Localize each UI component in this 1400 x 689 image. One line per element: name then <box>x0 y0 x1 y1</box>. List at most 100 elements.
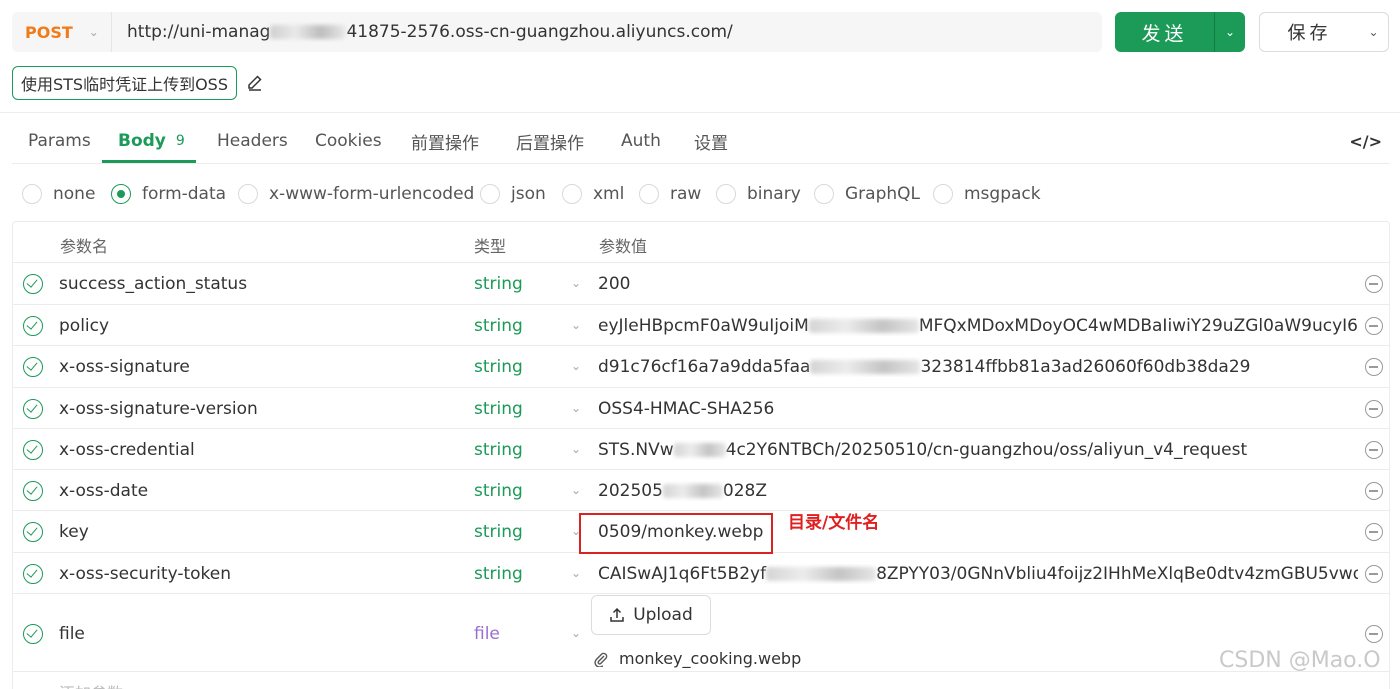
remove-icon[interactable] <box>1365 358 1383 376</box>
chevron-down-icon: ⌄ <box>88 25 99 39</box>
remove-icon[interactable] <box>1365 565 1383 583</box>
tab-post-request[interactable]: 后置操作 <box>516 118 584 164</box>
param-value[interactable]: 202505 028Z <box>598 481 1358 501</box>
radio-xml[interactable]: xml <box>562 178 624 210</box>
chevron-down-icon[interactable]: ⌄ <box>571 626 581 640</box>
chevron-down-icon[interactable]: ⌄ <box>571 483 581 497</box>
radio-graphql[interactable]: GraphQL <box>814 178 920 210</box>
param-name[interactable]: x-oss-signature-version <box>59 399 258 419</box>
enabled-checkbox[interactable] <box>23 357 43 377</box>
param-type[interactable]: string <box>474 522 523 542</box>
chevron-down-icon[interactable]: ⌄ <box>571 318 581 332</box>
value-text: CAISwAJ1q6Ft5B2yf <box>598 564 767 584</box>
enabled-checkbox[interactable] <box>23 624 43 644</box>
url-text-start: http://uni-manag <box>127 22 271 42</box>
remove-icon[interactable] <box>1365 625 1383 643</box>
enabled-checkbox[interactable] <box>23 274 43 294</box>
body-count-badge: 9 <box>175 133 185 149</box>
request-name-input[interactable]: 使用STS临时凭证上传到OSS <box>12 66 237 100</box>
param-name[interactable]: file <box>59 624 85 644</box>
param-value[interactable]: CAISwAJ1q6Ft5B2yf 8ZPYY03/0GNnVbliu4foijz… <box>598 564 1358 584</box>
tab-settings[interactable]: 设置 <box>694 118 728 164</box>
radio-raw[interactable]: raw <box>639 178 701 210</box>
send-dropdown-button[interactable]: ⌄ <box>1214 12 1245 52</box>
radio-dot <box>111 184 131 204</box>
param-name[interactable]: x-oss-security-token <box>59 564 231 584</box>
param-value[interactable]: 200 <box>598 274 1358 294</box>
param-value[interactable]: STS.NVw 4c2Y6NTBCh/20250510/cn-guangzhou/… <box>598 440 1358 460</box>
tab-pre-request[interactable]: 前置操作 <box>411 118 479 164</box>
remove-icon[interactable] <box>1365 275 1383 293</box>
remove-icon[interactable] <box>1365 400 1383 418</box>
redacted-blur <box>810 360 921 374</box>
edit-icon[interactable] <box>246 74 264 92</box>
radio-form-data[interactable]: form-data <box>111 178 226 210</box>
param-name[interactable]: x-oss-credential <box>59 440 195 460</box>
attached-file[interactable]: monkey_cooking.webp <box>593 649 801 668</box>
value-text: OSS4-HMAC-SHA256 <box>598 399 775 419</box>
tab-auth[interactable]: Auth <box>621 118 661 164</box>
body-type-group: none form-data x-www-form-urlencoded jso… <box>22 178 1382 210</box>
chevron-down-icon[interactable]: ⌄ <box>571 401 581 415</box>
tab-params[interactable]: Params <box>28 118 91 164</box>
radio-json[interactable]: json <box>480 178 546 210</box>
param-name[interactable]: policy <box>59 316 109 336</box>
table-row: x-oss-credential string ⌄ STS.NVw 4c2Y6NT… <box>13 429 1389 470</box>
radio-label: raw <box>670 184 702 204</box>
remove-icon[interactable] <box>1365 523 1383 541</box>
upload-button[interactable]: Upload <box>591 595 711 635</box>
param-name[interactable]: x-oss-date <box>59 481 148 501</box>
radio-binary[interactable]: binary <box>716 178 801 210</box>
chevron-down-icon[interactable]: ⌄ <box>571 566 581 580</box>
enabled-checkbox[interactable] <box>23 522 43 542</box>
enabled-checkbox[interactable] <box>23 316 43 336</box>
radio-dot <box>480 184 500 204</box>
remove-icon[interactable] <box>1365 482 1383 500</box>
param-type[interactable]: string <box>474 316 523 336</box>
param-type[interactable]: string <box>474 440 523 460</box>
enabled-checkbox[interactable] <box>23 481 43 501</box>
param-value[interactable]: eyJleHBpcmF0aW9uIjoiM MFQxMDoxMDoyOC4wMDB… <box>598 316 1358 336</box>
param-name[interactable]: x-oss-signature <box>59 357 190 377</box>
param-type[interactable]: file <box>474 624 500 644</box>
radio-x-www-form-urlencoded[interactable]: x-www-form-urlencoded <box>238 178 474 210</box>
tab-headers[interactable]: Headers <box>217 118 288 164</box>
value-text: 028Z <box>722 481 767 501</box>
redacted-blur <box>270 25 347 39</box>
send-button[interactable]: 发送 <box>1115 12 1214 52</box>
code-icon[interactable]: </> <box>1349 132 1382 151</box>
annotation-label: 目录/文件名 <box>788 513 880 533</box>
save-dropdown-button[interactable]: ⌄ <box>1359 13 1388 51</box>
tab-label: Body <box>118 131 166 151</box>
active-tab-indicator <box>102 160 196 163</box>
param-type[interactable]: string <box>474 274 523 294</box>
chevron-down-icon[interactable]: ⌄ <box>571 442 581 456</box>
param-type[interactable]: string <box>474 481 523 501</box>
tab-cookies[interactable]: Cookies <box>315 118 382 164</box>
param-value[interactable]: OSS4-HMAC-SHA256 <box>598 399 1358 419</box>
save-button[interactable]: 保存 <box>1260 13 1359 51</box>
param-name[interactable]: success_action_status <box>59 274 247 294</box>
param-value[interactable]: d91c76cf16a7a9dda5faa 323814ffbb81a3ad260… <box>598 357 1358 377</box>
chevron-down-icon[interactable]: ⌄ <box>571 276 581 290</box>
remove-icon[interactable] <box>1365 441 1383 459</box>
enabled-checkbox[interactable] <box>23 440 43 460</box>
chevron-down-icon[interactable]: ⌄ <box>571 359 581 373</box>
param-name[interactable]: key <box>59 522 89 542</box>
radio-none[interactable]: none <box>22 178 95 210</box>
radio-label: GraphQL <box>845 184 920 204</box>
remove-icon[interactable] <box>1365 317 1383 335</box>
param-type[interactable]: string <box>474 399 523 419</box>
enabled-checkbox[interactable] <box>23 564 43 584</box>
add-param-input[interactable]: 添加参数 <box>59 680 123 689</box>
radio-msgpack[interactable]: msgpack <box>933 178 1041 210</box>
table-row: x-oss-security-token string ⌄ CAISwAJ1q6… <box>13 553 1389 594</box>
tab-body[interactable]: Body 9 <box>118 118 185 164</box>
value-text: 8ZPYY03/0GNnVbliu4foijz2IHhMeXlqBe0dtv4z… <box>876 564 1358 584</box>
method-select[interactable]: POST ⌄ <box>12 12 112 52</box>
enabled-checkbox[interactable] <box>23 399 43 419</box>
params-table: 参数名 类型 参数值 success_action_status string … <box>12 221 1390 689</box>
url-input[interactable]: http://uni-manag 41875-2576.oss-cn-guangz… <box>112 22 733 42</box>
param-type[interactable]: string <box>474 564 523 584</box>
param-type[interactable]: string <box>474 357 523 377</box>
